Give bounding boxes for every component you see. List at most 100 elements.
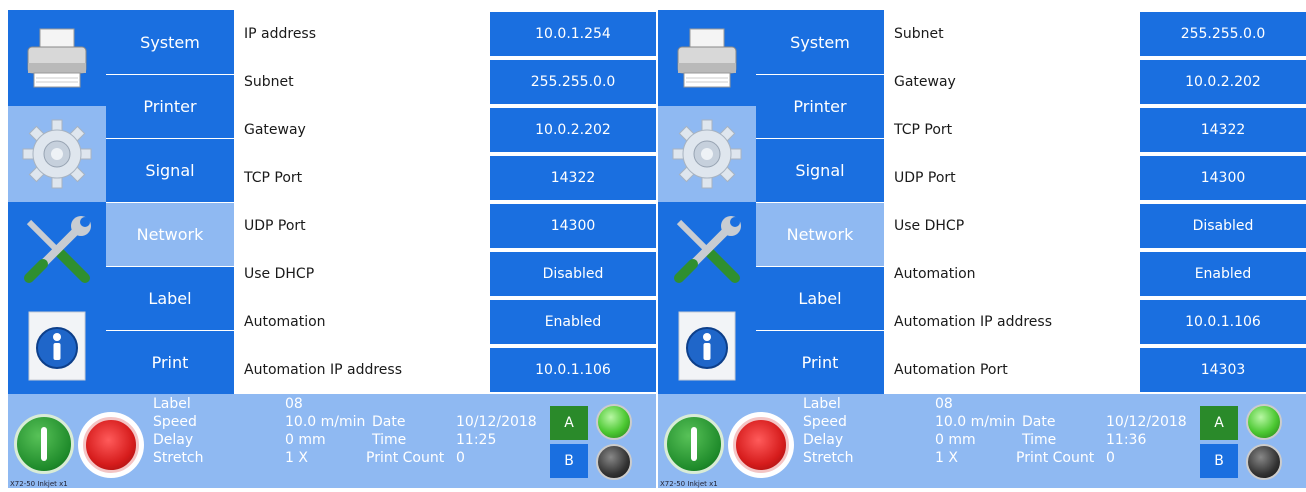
select-b-button[interactable]: B (1200, 444, 1238, 478)
stretch-value: 1 X (285, 450, 308, 466)
printer-icon-tile[interactable] (8, 10, 106, 106)
setting-label: TCP Port (894, 122, 953, 138)
setting-label: Use DHCP (894, 218, 965, 234)
tab-divider (756, 266, 884, 267)
start-icon (41, 427, 47, 461)
printer-icon-tile[interactable] (658, 10, 756, 106)
tab-print[interactable]: Print (106, 330, 234, 394)
start-button[interactable] (664, 414, 724, 474)
setting-label: UDP Port (894, 170, 956, 186)
tab-system[interactable]: System (756, 10, 884, 74)
setting-label: IP address (244, 26, 317, 42)
start-icon (691, 427, 697, 461)
start-button[interactable] (14, 414, 74, 474)
status-bar: Label Speed Delay Stretch 08 10.0 m/min … (8, 394, 656, 488)
tab-network[interactable]: Network (106, 202, 234, 266)
time-value: 11:36 (1106, 432, 1147, 448)
tools-icon (674, 216, 741, 283)
tab-printer[interactable]: Printer (756, 74, 884, 138)
speed-value: 10.0 m/min (285, 414, 366, 430)
info-icon-tile[interactable] (658, 298, 756, 394)
setting-value-button[interactable]: 10.0.2.202 (490, 108, 656, 154)
select-a-button[interactable]: A (550, 406, 588, 440)
setting-value-button[interactable]: 14300 (1140, 156, 1306, 202)
setting-value-button[interactable]: 10.0.1.106 (1140, 300, 1306, 346)
tools-icon-tile[interactable] (658, 202, 756, 298)
tab-column: System Printer Signal Network Label Print (106, 10, 234, 394)
tab-print[interactable]: Print (756, 330, 884, 394)
green-status-lamp (596, 404, 632, 440)
print-count-key: Print Count (1016, 450, 1095, 466)
stop-icon (83, 417, 139, 473)
tab-signal[interactable]: Signal (756, 138, 884, 202)
delay-key: Delay (803, 432, 844, 448)
gear-icon (672, 119, 742, 189)
info-icon-tile[interactable] (8, 298, 106, 394)
tab-label[interactable]: Label (106, 266, 234, 330)
network-settings-panel: Subnet 255.255.0.0 Gateway 10.0.2.202 TCP Po… (884, 10, 1306, 394)
setting-value-button[interactable]: 10.0.2.202 (1140, 60, 1306, 106)
gear-icon-tile[interactable] (658, 106, 756, 202)
date-key: Date (1022, 414, 1056, 430)
select-b-button[interactable]: B (550, 444, 588, 478)
label-value: 08 (285, 396, 303, 412)
setting-value-button[interactable]: 14322 (490, 156, 656, 202)
tab-divider (756, 138, 884, 139)
delay-value: 0 mm (285, 432, 326, 448)
stop-icon (733, 417, 789, 473)
setting-label: Automation IP address (244, 362, 403, 378)
speed-value: 10.0 m/min (935, 414, 1016, 430)
setting-label: TCP Port (244, 170, 303, 186)
tab-system[interactable]: System (106, 10, 234, 74)
select-a-button[interactable]: A (1200, 406, 1238, 440)
stop-button[interactable] (78, 412, 144, 478)
setting-value-button[interactable]: Enabled (490, 300, 656, 346)
tab-network[interactable]: Network (756, 202, 884, 266)
setting-value-button[interactable]: Disabled (1140, 204, 1306, 250)
stretch-value: 1 X (935, 450, 958, 466)
setting-value-button[interactable]: 10.0.1.254 (490, 12, 656, 58)
tab-printer[interactable]: Printer (106, 74, 234, 138)
setting-value-button[interactable]: 255.255.0.0 (1140, 12, 1306, 58)
label-key: Label (803, 396, 841, 412)
setting-value-button[interactable]: Enabled (1140, 252, 1306, 298)
setting-value-button[interactable]: 14322 (1140, 108, 1306, 154)
delay-value: 0 mm (935, 432, 976, 448)
stretch-key: Stretch (803, 450, 854, 466)
printer-screen-left: System Printer Signal Network Label Print IP … (8, 10, 656, 488)
tab-signal[interactable]: Signal (106, 138, 234, 202)
setting-label: Subnet (244, 74, 294, 90)
setting-value-button[interactable]: Disabled (490, 252, 656, 298)
date-key: Date (372, 414, 406, 430)
setting-value-button[interactable]: 14300 (490, 204, 656, 250)
green-status-lamp (1246, 404, 1282, 440)
tab-divider (106, 330, 234, 331)
tab-label[interactable]: Label (756, 266, 884, 330)
setting-label: Automation (244, 314, 326, 330)
setting-value-button[interactable]: 14303 (1140, 348, 1306, 394)
gray-status-lamp (1246, 444, 1282, 480)
setting-label: UDP Port (244, 218, 306, 234)
date-value: 10/12/2018 (1106, 414, 1187, 430)
tools-icon-tile[interactable] (8, 202, 106, 298)
setting-value-button[interactable]: 10.0.1.106 (490, 348, 656, 394)
stop-button[interactable] (728, 412, 794, 478)
printer-screen-right: System Printer Signal Network Label Print Sub… (658, 10, 1306, 488)
tab-divider (756, 74, 884, 75)
tab-divider (106, 138, 234, 139)
info-icon (678, 311, 736, 381)
printer-icon (27, 28, 87, 88)
setting-label: Gateway (244, 122, 306, 138)
tab-divider (106, 266, 234, 267)
printer-icon (677, 28, 737, 88)
gear-icon-tile[interactable] (8, 106, 106, 202)
label-value: 08 (935, 396, 953, 412)
speed-key: Speed (803, 414, 847, 430)
icon-column (658, 10, 756, 394)
setting-value-button[interactable]: 255.255.0.0 (490, 60, 656, 106)
tab-divider (106, 74, 234, 75)
setting-label: Use DHCP (244, 266, 315, 282)
setting-label: Automation IP address (894, 314, 1053, 330)
print-count-key: Print Count (366, 450, 445, 466)
network-settings-panel: IP address 10.0.1.254 Subnet 255.255.0.0 Gat… (234, 10, 656, 394)
